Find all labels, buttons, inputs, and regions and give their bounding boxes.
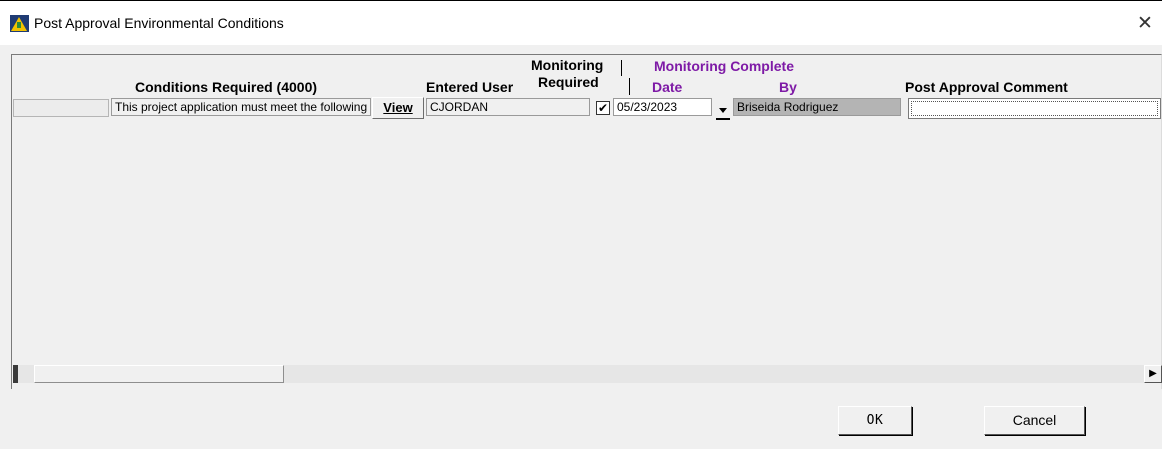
monitoring-required-checkbox[interactable]: ✔ — [596, 101, 610, 115]
app-logo-icon — [10, 15, 29, 32]
header-post-approval-comment: Post Approval Comment — [905, 79, 1068, 95]
cancel-button[interactable]: Cancel — [984, 406, 1085, 435]
header-separator — [629, 78, 630, 95]
header-entered-user: Entered User — [426, 79, 514, 95]
header-monitoring: Monitoring — [531, 57, 604, 73]
row-header[interactable] — [13, 99, 109, 117]
scrollbar-thumb[interactable] — [34, 365, 284, 383]
header-monitoring-complete: Monitoring Complete — [654, 58, 794, 74]
post-approval-comment-input[interactable] — [908, 98, 1161, 119]
scrollbar-corner — [13, 365, 18, 383]
entered-user-field: CJORDAN — [426, 98, 590, 116]
ok-button[interactable]: OK — [838, 406, 912, 435]
scroll-right-icon[interactable]: ▶ — [1144, 365, 1162, 383]
header-conditions-required: Conditions Required (4000) — [135, 79, 318, 95]
header-date: Date — [652, 79, 683, 95]
view-button[interactable]: View — [372, 97, 424, 119]
close-icon[interactable]: ✕ — [1132, 11, 1158, 37]
condition-text-field[interactable]: This project application must meet the f… — [111, 98, 371, 116]
monitoring-by-field: Briseida Rodriguez — [733, 98, 901, 116]
header-monitoring-required: Required — [538, 74, 599, 90]
window-title: Post Approval Environmental Conditions — [34, 15, 284, 31]
dropdown-arrow-icon[interactable] — [714, 101, 732, 121]
header-by: By — [779, 79, 797, 95]
monitoring-date-field[interactable]: 05/23/2023 — [613, 98, 712, 116]
header-separator — [621, 60, 622, 76]
